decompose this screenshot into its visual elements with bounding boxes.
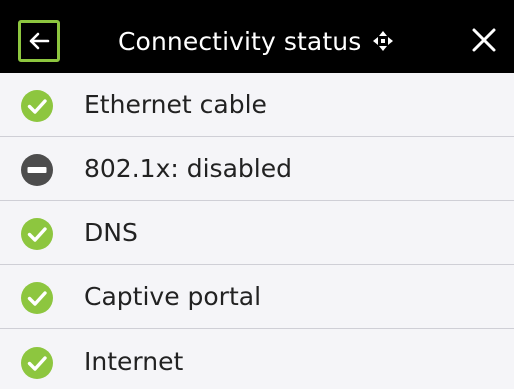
list-item-label: 802.1x: disabled (84, 154, 292, 183)
minus-circle-icon (21, 154, 53, 186)
arrow-left-icon (29, 32, 50, 50)
list-item-label: Ethernet cable (84, 90, 267, 119)
check-circle-icon (21, 218, 53, 250)
title-group: Connectivity status (118, 20, 394, 62)
check-circle-icon (21, 347, 53, 379)
list-item-ethernet-cable: Ethernet cable (0, 73, 514, 137)
list-item-8021x: 802.1x: disabled (0, 137, 514, 201)
back-button[interactable] (18, 20, 60, 62)
list-item-label: DNS (84, 218, 138, 247)
list-item-label: Captive portal (84, 282, 262, 311)
close-icon (472, 28, 496, 52)
connectivity-check-list: Ethernet cable 802.1x: disabled DNS Capt… (0, 73, 514, 389)
header-bar: Connectivity status (0, 0, 514, 73)
list-item-captive-portal: Captive portal (0, 265, 514, 329)
page-title: Connectivity status (118, 26, 362, 56)
list-item-dns: DNS (0, 201, 514, 265)
close-button[interactable] (468, 22, 500, 58)
move-arrows-icon (373, 31, 394, 51)
check-circle-icon (21, 282, 53, 314)
connectivity-status-panel: Connectivity status Ethernet cable 802.1… (0, 0, 514, 389)
list-item-internet: Internet (0, 329, 514, 389)
list-item-label: Internet (84, 347, 184, 376)
check-circle-icon (21, 90, 53, 122)
